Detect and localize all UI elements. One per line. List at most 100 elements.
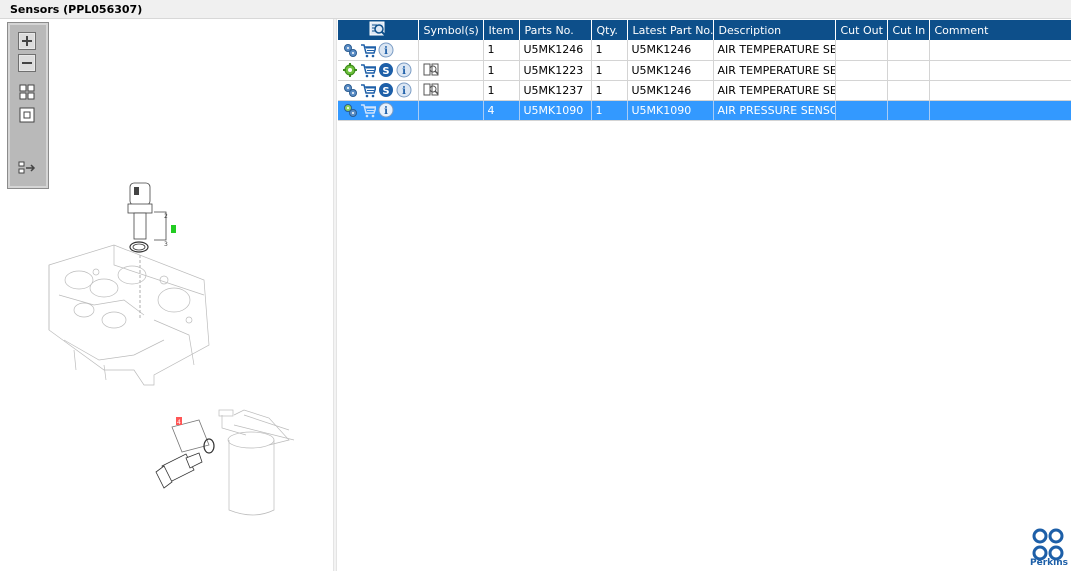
zoom-out-icon xyxy=(20,56,34,70)
book-icon[interactable] xyxy=(423,61,439,77)
cell-parts-no: U5MK1223 xyxy=(519,60,592,81)
column-qty[interactable]: Qty. xyxy=(591,20,628,40)
info-icon[interactable]: i xyxy=(378,42,394,58)
cell-parts-no: U5MK1090 xyxy=(519,100,592,121)
gears-icon[interactable] xyxy=(342,102,358,118)
svg-text:i: i xyxy=(384,106,388,117)
column-chooser-icon[interactable] xyxy=(369,21,387,37)
row-symbol xyxy=(418,100,484,121)
supersession-icon[interactable]: S xyxy=(378,82,394,98)
column-description[interactable]: Description xyxy=(713,20,836,40)
cell-latest-part-no: U5MK1090 xyxy=(627,100,714,121)
brand-name: Perkins xyxy=(1030,558,1068,568)
cell-parts-no: U5MK1246 xyxy=(519,40,592,61)
zoom-out-button[interactable] xyxy=(18,54,36,72)
cell-latest-part-no: U5MK1246 xyxy=(627,60,714,81)
filter-housing-drawing xyxy=(218,409,295,516)
gears-icon[interactable] xyxy=(342,82,358,98)
cell-description: AIR PRESSURE SENSOR xyxy=(713,100,836,121)
table-row[interactable]: i 1 U5MK1246 1 U5MK1246 AIR TEMPERATURE … xyxy=(338,40,1071,61)
column-symbols[interactable]: Symbol(s) xyxy=(418,20,484,40)
engine-block-drawing xyxy=(48,244,210,386)
cell-cut-in xyxy=(887,100,930,121)
cell-cut-in xyxy=(887,80,930,101)
fit-all-button[interactable] xyxy=(18,83,36,101)
cell-comment xyxy=(929,60,1071,81)
row-symbol xyxy=(418,40,484,61)
gears-icon[interactable] xyxy=(342,42,358,58)
row-actions: S i xyxy=(338,60,419,81)
cell-comment xyxy=(929,80,1071,101)
row-symbol xyxy=(418,80,484,101)
parts-diagram[interactable]: 2 3 4 xyxy=(4,170,324,530)
row-symbol xyxy=(418,60,484,81)
title-bar: Sensors (PPL056307) xyxy=(0,0,1071,19)
column-comment[interactable]: Comment xyxy=(929,20,1071,40)
row-actions: i xyxy=(338,40,419,61)
cart-icon[interactable] xyxy=(360,42,376,58)
column-latest-part-no[interactable]: Latest Part No. xyxy=(627,20,714,40)
callout-4: 4 xyxy=(177,419,181,426)
cart-icon[interactable] xyxy=(360,82,376,98)
column-tools[interactable] xyxy=(338,20,419,40)
cell-parts-no: U5MK1237 xyxy=(519,80,592,101)
supersession-icon[interactable]: S xyxy=(378,62,394,78)
window-title: Sensors (PPL056307) xyxy=(10,3,143,16)
cell-latest-part-no: U5MK1246 xyxy=(627,40,714,61)
table-row[interactable]: S i 1 U5MK1237 1 U5MK1246 AIR TEMPERATUR… xyxy=(338,80,1071,101)
fit-all-icon xyxy=(19,84,35,100)
cell-comment xyxy=(929,100,1071,121)
cell-item: 1 xyxy=(483,80,520,101)
row-actions: S i xyxy=(338,80,419,101)
svg-text:i: i xyxy=(402,86,406,97)
cell-item: 4 xyxy=(483,100,520,121)
cell-cut-out xyxy=(835,100,888,121)
callout-marker-green[interactable] xyxy=(171,225,176,233)
cell-item: 1 xyxy=(483,40,520,61)
cell-description: AIR TEMPERATURE SENSOR xyxy=(713,80,836,101)
svg-text:i: i xyxy=(402,66,406,77)
table-header-row: Symbol(s) Item Parts No. Qty. Latest Par… xyxy=(338,20,1071,40)
zoom-in-icon xyxy=(20,34,34,48)
info-icon[interactable]: i xyxy=(396,62,412,78)
cell-cut-out xyxy=(835,40,888,61)
cell-comment xyxy=(929,40,1071,61)
row-actions: i xyxy=(338,100,419,121)
svg-text:S: S xyxy=(382,86,389,97)
cell-latest-part-no: U5MK1246 xyxy=(627,80,714,101)
cell-description: AIR TEMPERATURE SENSOR xyxy=(713,40,836,61)
zoom-in-button[interactable] xyxy=(18,32,36,50)
book-icon[interactable] xyxy=(423,81,439,97)
parts-list-pane: Symbol(s) Item Parts No. Qty. Latest Par… xyxy=(337,19,1071,571)
fit-window-button[interactable] xyxy=(18,106,36,124)
callout-3: 3 xyxy=(164,241,168,248)
column-item[interactable]: Item xyxy=(483,20,520,40)
parts-table: Symbol(s) Item Parts No. Qty. Latest Par… xyxy=(338,20,1071,121)
cell-cut-out xyxy=(835,80,888,101)
view-toolbox xyxy=(7,22,49,189)
column-parts-no[interactable]: Parts No. xyxy=(519,20,592,40)
svg-text:i: i xyxy=(384,46,388,57)
info-icon[interactable]: i xyxy=(378,102,394,118)
table-row-selected[interactable]: i 4 U5MK1090 1 U5MK1090 AIR PRESSURE SEN… xyxy=(338,100,1071,121)
svg-text:S: S xyxy=(382,66,389,77)
cell-qty: 1 xyxy=(591,60,628,81)
cell-qty: 1 xyxy=(591,80,628,101)
cell-cut-in xyxy=(887,60,930,81)
cell-qty: 1 xyxy=(591,40,628,61)
fit-window-icon xyxy=(19,107,35,123)
table-row[interactable]: S i 1 U5MK1223 1 U5MK1246 AIR TEMPERATUR… xyxy=(338,60,1071,81)
cell-cut-in xyxy=(887,40,930,61)
cell-qty: 1 xyxy=(591,100,628,121)
cell-item: 1 xyxy=(483,60,520,81)
pressure-sensor-drawing xyxy=(155,419,215,489)
callout-2: 2 xyxy=(164,213,168,220)
info-icon[interactable]: i xyxy=(396,82,412,98)
cart-icon[interactable] xyxy=(360,62,376,78)
cart-icon[interactable] xyxy=(360,102,376,118)
gear-icon[interactable] xyxy=(342,62,358,78)
column-cut-out[interactable]: Cut Out xyxy=(835,20,888,40)
cell-description: AIR TEMPERATURE SENSOR xyxy=(713,60,836,81)
column-cut-in[interactable]: Cut In xyxy=(887,20,930,40)
cell-cut-out xyxy=(835,60,888,81)
